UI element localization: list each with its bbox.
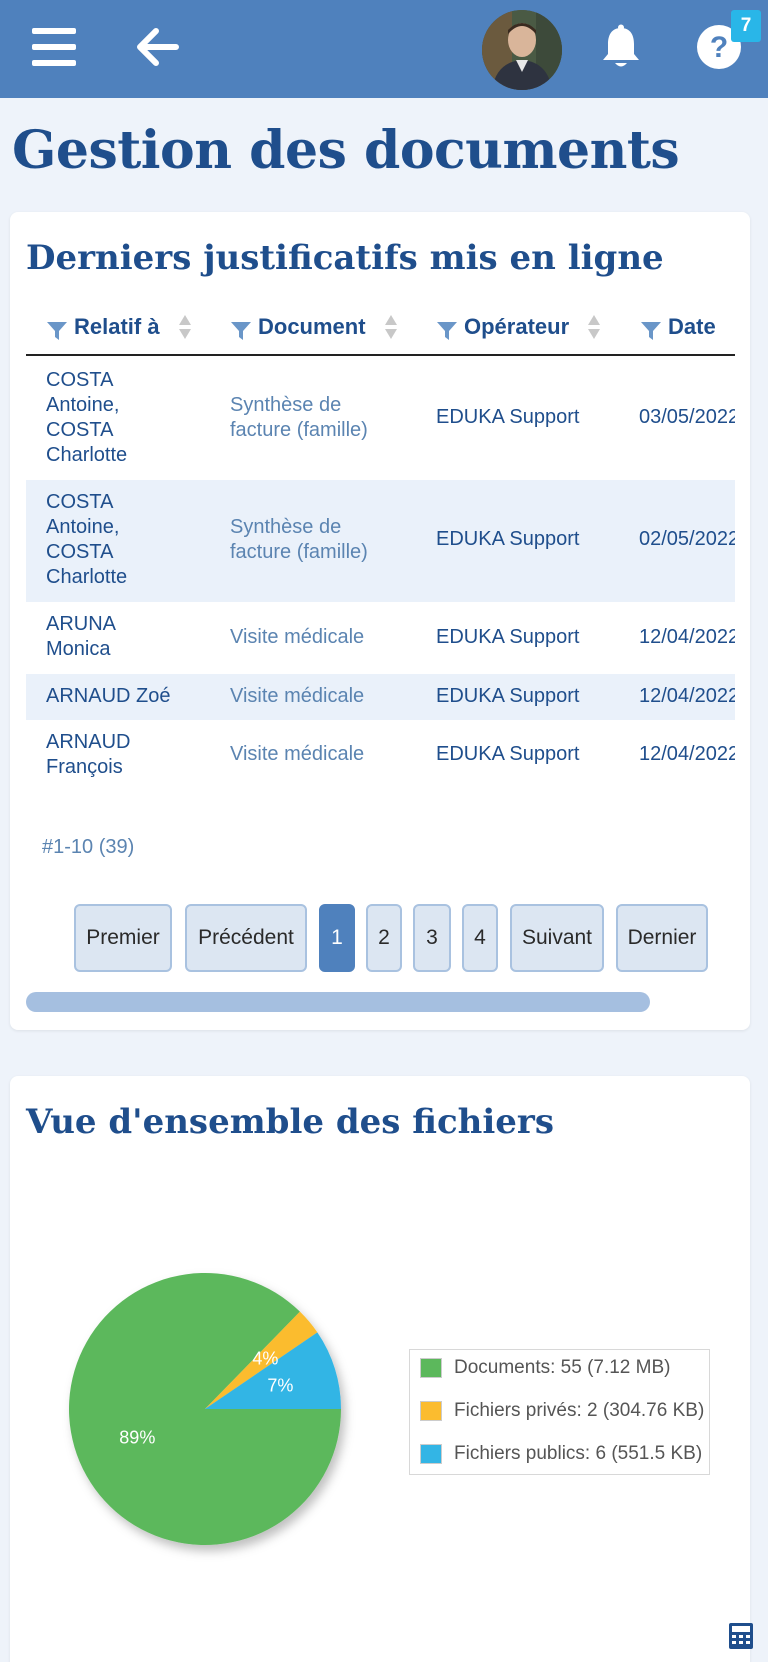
pie-slice-label: 7%	[267, 1376, 293, 1396]
column-label: Relatif à	[74, 314, 160, 339]
recent-uploads-card: Derniers justificatifs mis en ligne Rela…	[10, 212, 750, 1030]
pagination-page-3[interactable]: 3	[413, 904, 451, 972]
pie-slice-label: 89%	[119, 1428, 155, 1448]
cell-date: 03/05/2022	[639, 406, 735, 428]
cell-operateur: EDUKA Support	[436, 406, 580, 428]
cell-operateur: EDUKA Support	[436, 743, 580, 765]
pagination-page-2[interactable]: 2	[366, 904, 402, 972]
table-row[interactable]: ARNAUD Zoé Visite médicale EDUKA Support…	[26, 674, 735, 720]
legend-label: Fichiers publics: 6 (551.5 KB)	[454, 1443, 703, 1464]
avatar[interactable]	[482, 10, 562, 90]
cell-document[interactable]: Visite médicale	[230, 742, 410, 767]
svg-text:?: ?	[710, 31, 728, 64]
back-arrow-icon[interactable]	[134, 24, 182, 70]
cell-operateur: EDUKA Support	[436, 528, 580, 550]
chart-legend: Documents: 55 (7.12 MB) Fichiers privés:…	[409, 1349, 710, 1475]
pagination-first-button[interactable]: Premier	[74, 904, 172, 972]
column-header-document[interactable]: Document	[230, 300, 398, 354]
cell-document[interactable]: Visite médicale	[230, 625, 410, 650]
table-row[interactable]: ARNAUD François Visite médicale EDUKA Su…	[26, 720, 735, 780]
table-row[interactable]: COSTA Antoine, COSTA Charlotte Synthèse …	[26, 356, 735, 480]
sort-icon[interactable]	[587, 313, 601, 341]
column-header-operateur[interactable]: Opérateur	[436, 300, 601, 354]
column-header-relatif[interactable]: Relatif à	[46, 300, 192, 354]
files-overview-card: Vue d'ensemble des fichiers 89% 4% 7% Docu…	[10, 1076, 750, 1662]
horizontal-scrollbar[interactable]	[26, 992, 650, 1012]
cell-document[interactable]: Synthèse de facture (famille)	[230, 393, 410, 443]
notification-count-badge: 7	[731, 10, 761, 42]
column-label: Document	[258, 314, 366, 339]
result-count: #1-10 (39)	[42, 836, 135, 858]
hamburger-menu-icon[interactable]	[30, 24, 78, 70]
cell-document[interactable]: Visite médicale	[230, 684, 410, 709]
cell-relatif: COSTA Antoine, COSTA Charlotte	[46, 369, 128, 466]
pagination-prev-button[interactable]: Précédent	[185, 904, 307, 972]
column-label: Opérateur	[464, 314, 570, 339]
cell-relatif: COSTA Antoine, COSTA Charlotte	[46, 491, 128, 588]
cell-relatif: ARNAUD Zoé	[46, 685, 171, 707]
table-row[interactable]: ARUNA Monica Visite médicale EDUKA Suppo…	[26, 602, 735, 674]
legend-item[interactable]: Fichiers privés: 2 (304.76 KB)	[420, 1396, 704, 1426]
filter-icon[interactable]	[230, 319, 252, 341]
pagination-next-button[interactable]: Suivant	[510, 904, 604, 972]
page-title: Gestion des documents	[12, 120, 680, 181]
cell-operateur: EDUKA Support	[436, 685, 580, 707]
uploads-table: Relatif à Document Opérateur Date COSTA …	[26, 300, 735, 780]
legend-label: Fichiers privés: 2 (304.76 KB)	[454, 1400, 705, 1421]
cell-date: 12/04/2022	[639, 685, 735, 707]
cell-date: 12/04/2022	[639, 626, 735, 648]
legend-label: Documents: 55 (7.12 MB)	[454, 1357, 671, 1378]
cell-document[interactable]: Synthèse de facture (famille)	[230, 515, 410, 565]
legend-swatch-private	[420, 1401, 442, 1421]
filter-icon[interactable]	[46, 319, 68, 341]
filter-icon[interactable]	[436, 319, 458, 341]
top-bar: ? 7	[0, 0, 768, 98]
legend-item[interactable]: Documents: 55 (7.12 MB)	[420, 1353, 670, 1383]
table-header: Relatif à Document Opérateur Date	[26, 300, 735, 356]
pagination-last-button[interactable]: Dernier	[616, 904, 708, 972]
filter-icon[interactable]	[640, 319, 662, 341]
legend-swatch-documents	[420, 1358, 442, 1378]
sort-icon[interactable]	[178, 313, 192, 341]
recent-uploads-title: Derniers justificatifs mis en ligne	[26, 238, 664, 278]
pie-slice-label: 4%	[252, 1348, 278, 1368]
legend-item[interactable]: Fichiers publics: 6 (551.5 KB)	[420, 1439, 702, 1469]
legend-swatch-public	[420, 1444, 442, 1464]
sort-icon[interactable]	[384, 313, 398, 341]
cell-operateur: EDUKA Support	[436, 626, 580, 648]
calculator-icon[interactable]	[728, 1622, 754, 1650]
column-header-date[interactable]: Date	[640, 300, 716, 354]
files-pie-chart: 89% 4% 7% Documents: 55 (7.12 MB) Fichiers…	[10, 1076, 750, 1662]
table-row[interactable]: COSTA Antoine, COSTA Charlotte Synthèse …	[26, 480, 735, 602]
cell-relatif: ARUNA Monica	[46, 613, 117, 660]
column-label: Date	[668, 314, 716, 339]
pagination-page-1[interactable]: 1	[319, 904, 355, 972]
cell-relatif: ARNAUD François	[46, 731, 131, 778]
cell-date: 12/04/2022	[639, 743, 735, 765]
cell-date: 02/05/2022	[639, 528, 735, 550]
pagination-page-4[interactable]: 4	[462, 904, 498, 972]
bell-icon[interactable]	[596, 22, 646, 72]
